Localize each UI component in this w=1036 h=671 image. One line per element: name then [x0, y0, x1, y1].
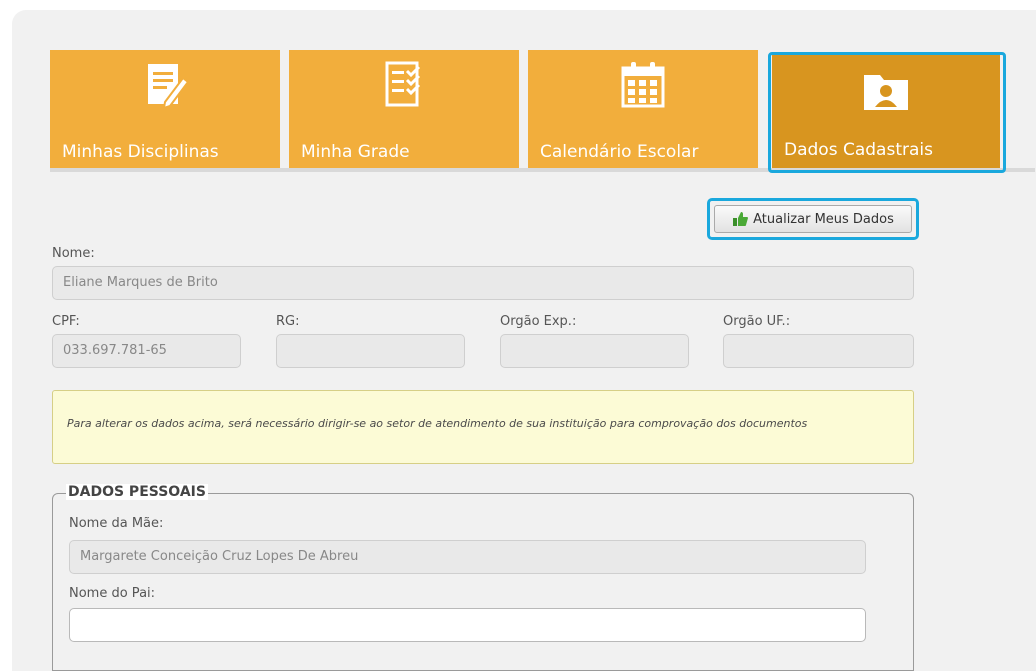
tab-dados-cadastrais[interactable]: Dados Cadastrais [772, 55, 1000, 168]
tiles-bottom-shadow [50, 168, 1035, 172]
orgao-uf-field[interactable] [723, 334, 914, 368]
orgao-uf-label: Orgão UF.: [723, 314, 791, 329]
nome-field[interactable]: Eliane Marques de Brito [52, 266, 914, 300]
pai-field[interactable] [69, 608, 866, 642]
orgao-exp-label: Orgão Exp.: [500, 314, 577, 329]
rg-label: RG: [276, 314, 300, 329]
calendar-icon [621, 62, 665, 108]
highlight-update-button: Atualizar Meus Dados [707, 198, 919, 240]
tab-label: Calendário Escolar [540, 142, 699, 162]
checklist-icon [385, 61, 421, 107]
tab-minhas-disciplinas[interactable]: Minhas Disciplinas [50, 50, 280, 170]
tab-label: Minha Grade [301, 142, 410, 162]
cpf-label: CPF: [52, 314, 80, 329]
thumbs-up-icon [733, 212, 749, 226]
tab-label: Minhas Disciplinas [62, 142, 219, 162]
tab-minha-grade[interactable]: Minha Grade [289, 50, 519, 170]
rg-field[interactable] [276, 334, 465, 368]
orgao-exp-field[interactable] [500, 334, 689, 368]
folder-user-icon [864, 75, 908, 110]
pai-label: Nome do Pai: [69, 586, 156, 601]
edit-document-icon [148, 64, 190, 110]
update-data-button[interactable]: Atualizar Meus Dados [714, 205, 912, 233]
mae-field[interactable]: Margarete Conceição Cruz Lopes De Abreu [69, 540, 866, 574]
warning-message: Para alterar os dados acima, será necess… [52, 390, 914, 464]
tab-label: Dados Cadastrais [784, 140, 933, 160]
cpf-field[interactable]: 033.697.781-65 [52, 334, 241, 368]
mae-label: Nome da Mãe: [69, 516, 164, 531]
update-button-label: Atualizar Meus Dados [753, 211, 894, 227]
tab-calendario-escolar[interactable]: Calendário Escolar [528, 50, 758, 170]
nome-label: Nome: [52, 246, 95, 261]
dados-pessoais-legend: DADOS PESSOAIS [66, 484, 208, 500]
dados-pessoais-fieldset [52, 493, 914, 671]
